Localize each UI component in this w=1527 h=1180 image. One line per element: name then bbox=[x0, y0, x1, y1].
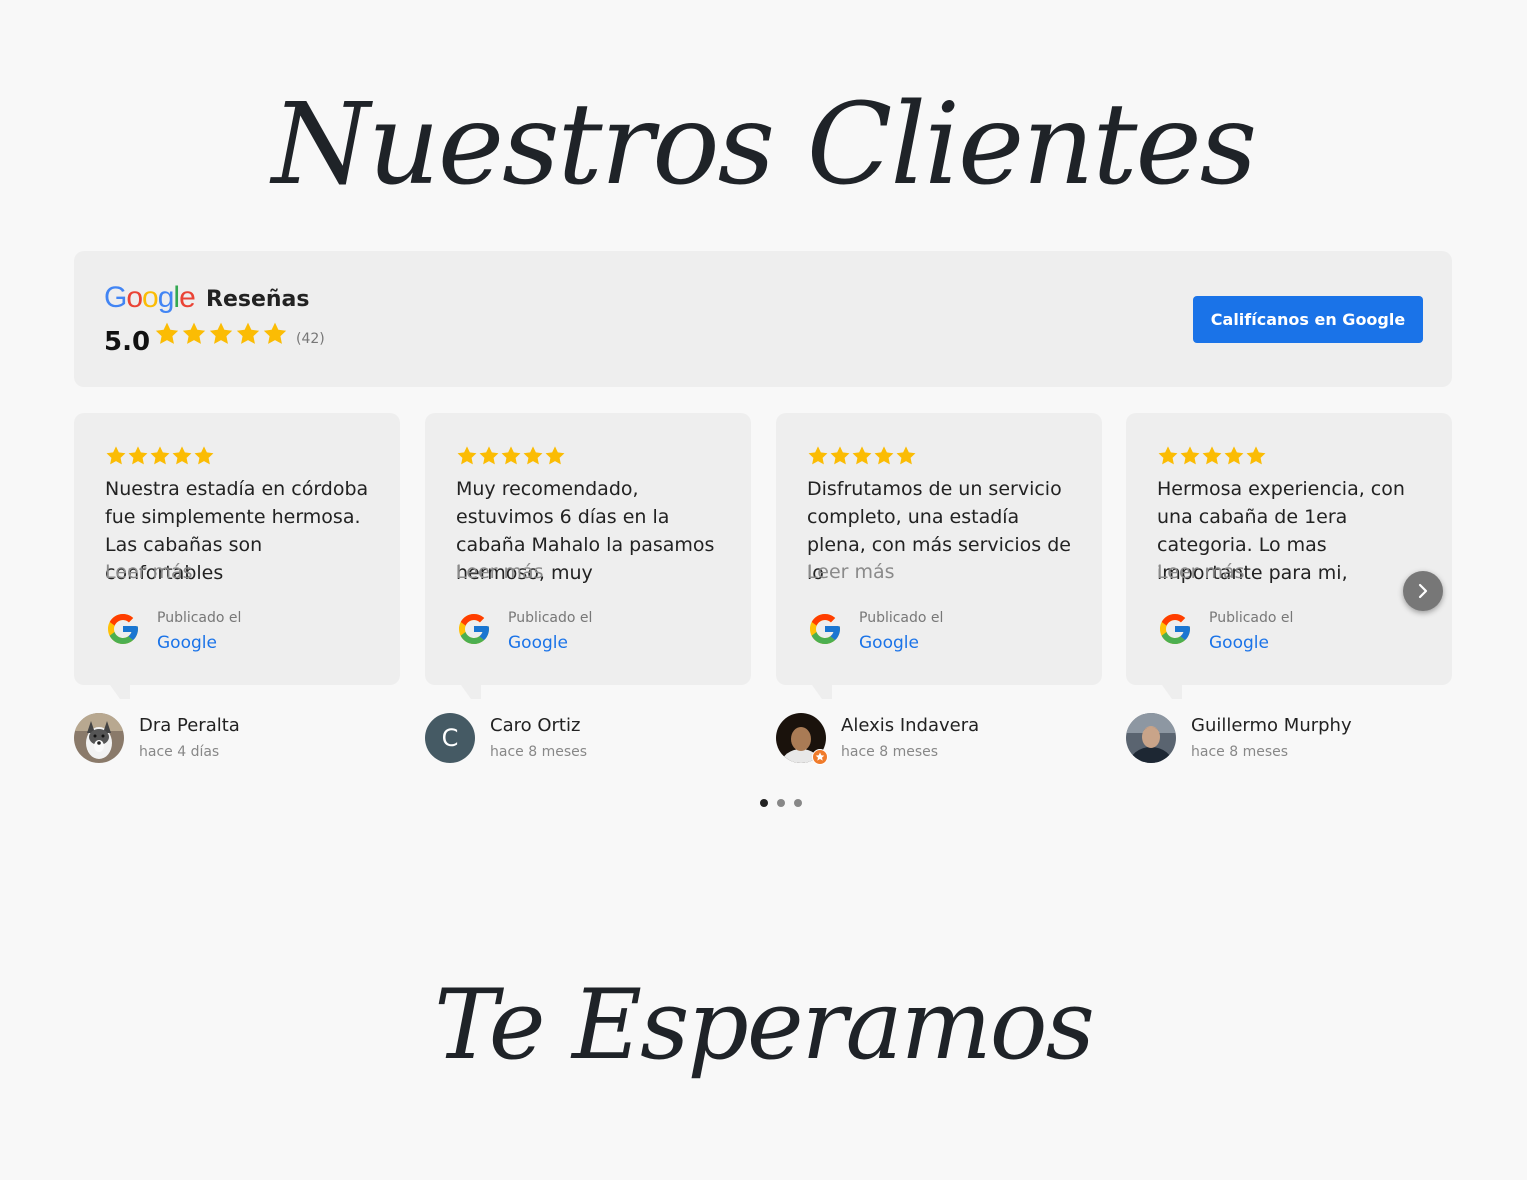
read-more-link[interactable]: Leer más bbox=[105, 561, 193, 583]
star-icon bbox=[456, 445, 478, 467]
google-g-icon bbox=[807, 611, 843, 647]
avatar: C bbox=[425, 713, 475, 763]
author-name: Caro Ortiz bbox=[490, 715, 581, 736]
photo-man-icon bbox=[1126, 713, 1176, 763]
star-icon bbox=[235, 321, 261, 347]
average-rating: 5.0 bbox=[104, 327, 151, 357]
star-icon bbox=[154, 321, 180, 347]
pagination-dot[interactable] bbox=[777, 799, 785, 807]
google-g-icon bbox=[1157, 611, 1193, 647]
review-star-rating bbox=[1157, 445, 1267, 467]
speech-bubble-tail bbox=[812, 685, 832, 699]
google-letter: o bbox=[126, 281, 143, 314]
reviews-summary-header: Google Reseñas 5.0 (42) Califícanos en G… bbox=[74, 251, 1452, 387]
star-icon bbox=[262, 321, 288, 347]
google-letter: e bbox=[179, 281, 196, 314]
published-on-label: Publicado el bbox=[508, 610, 593, 626]
speech-bubble-tail bbox=[461, 685, 481, 699]
avatar bbox=[74, 713, 124, 763]
pagination-dot[interactable] bbox=[794, 799, 802, 807]
star-icon bbox=[181, 321, 207, 347]
google-g-icon bbox=[105, 611, 141, 647]
read-more-link[interactable]: Leer más bbox=[456, 561, 544, 583]
read-more-link[interactable]: Leer más bbox=[807, 561, 895, 583]
star-icon bbox=[522, 445, 544, 467]
review-star-rating bbox=[456, 445, 566, 467]
google-source-link[interactable]: Google bbox=[859, 633, 919, 653]
star-icon bbox=[544, 445, 566, 467]
star-icon bbox=[149, 445, 171, 467]
star-icon bbox=[1201, 445, 1223, 467]
star-icon bbox=[208, 321, 234, 347]
review-card: Nuestra estadía en córdoba fue simplemen… bbox=[74, 413, 400, 699]
review-card: Muy recomendado, estuvimos 6 días en la … bbox=[425, 413, 751, 699]
review-date: hace 8 meses bbox=[490, 744, 588, 760]
star-icon bbox=[171, 445, 193, 467]
star-icon bbox=[851, 445, 873, 467]
google-letter: G bbox=[104, 281, 127, 314]
summary-star-rating bbox=[154, 321, 289, 355]
speech-bubble-tail bbox=[110, 685, 130, 699]
star-icon bbox=[500, 445, 522, 467]
star-icon bbox=[193, 445, 215, 467]
review-author: C Caro Ortiz hace 8 meses bbox=[425, 713, 745, 763]
speech-bubble-tail bbox=[1162, 685, 1182, 699]
google-letter: g bbox=[157, 281, 175, 314]
star-icon bbox=[1223, 445, 1245, 467]
published-on-label: Publicado el bbox=[157, 610, 242, 626]
google-source-link[interactable]: Google bbox=[508, 633, 568, 653]
review-author: Alexis Indavera hace 8 meses bbox=[776, 713, 1096, 765]
published-on-label: Publicado el bbox=[1209, 610, 1294, 626]
review-star-rating bbox=[807, 445, 917, 467]
star-icon bbox=[895, 445, 917, 467]
review-card: Disfrutamos de un servicio completo, una… bbox=[776, 413, 1102, 699]
google-letter: o bbox=[142, 281, 159, 314]
section-title-nuestros-clientes: Nuestros Clientes bbox=[271, 80, 1257, 210]
reviews-label: Reseñas bbox=[206, 287, 310, 312]
star-icon bbox=[1179, 445, 1201, 467]
avatar bbox=[1126, 713, 1176, 763]
published-on-label: Publicado el bbox=[859, 610, 944, 626]
chevron-right-icon bbox=[1418, 583, 1428, 599]
rate-us-on-google-button[interactable]: Califícanos en Google bbox=[1193, 296, 1423, 343]
review-author: Dra Peralta hace 4 días bbox=[74, 713, 394, 763]
star-icon bbox=[807, 445, 829, 467]
review-date: hace 8 meses bbox=[841, 744, 939, 760]
review-star-rating bbox=[105, 445, 215, 467]
author-name: Alexis Indavera bbox=[841, 715, 980, 736]
carousel-next-button[interactable] bbox=[1403, 571, 1443, 611]
author-name: Dra Peralta bbox=[139, 715, 240, 736]
review-date: hace 4 días bbox=[139, 744, 220, 760]
author-name: Guillermo Murphy bbox=[1191, 715, 1352, 736]
review-date: hace 8 meses bbox=[1191, 744, 1289, 760]
star-icon bbox=[1245, 445, 1267, 467]
section-title-te-esperamos: Te Esperamos bbox=[434, 969, 1095, 1081]
google-g-icon bbox=[456, 611, 492, 647]
google-source-link[interactable]: Google bbox=[1209, 633, 1269, 653]
pagination-dot[interactable] bbox=[760, 799, 768, 807]
google-logo: Google bbox=[104, 281, 196, 315]
review-author: Guillermo Murphy hace 8 meses bbox=[1126, 713, 1446, 763]
star-icon bbox=[873, 445, 895, 467]
star-icon bbox=[478, 445, 500, 467]
star-icon bbox=[105, 445, 127, 467]
carousel-pagination bbox=[757, 799, 817, 809]
star-icon bbox=[829, 445, 851, 467]
local-guide-badge-icon bbox=[812, 749, 828, 765]
photo-dog-icon bbox=[74, 713, 124, 763]
avatar bbox=[776, 713, 828, 765]
review-card: Hermosa experiencia, con una cabaña de 1… bbox=[1126, 413, 1452, 699]
review-count: (42) bbox=[296, 331, 325, 347]
star-icon bbox=[1157, 445, 1179, 467]
read-more-link[interactable]: Leer más bbox=[1157, 561, 1245, 583]
google-source-link[interactable]: Google bbox=[157, 633, 217, 653]
star-icon bbox=[127, 445, 149, 467]
